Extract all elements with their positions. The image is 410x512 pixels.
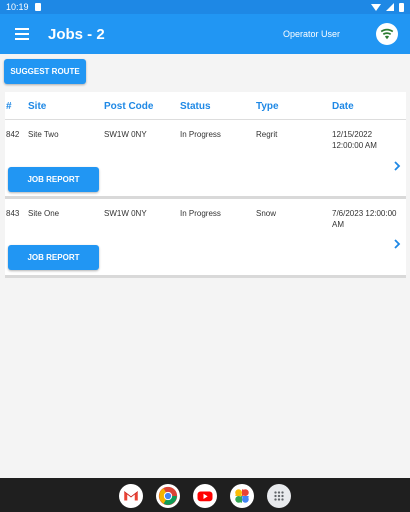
- job-report-button[interactable]: JOB REPORT: [8, 167, 99, 192]
- column-header-post-code[interactable]: Post Code: [104, 101, 153, 112]
- page-title: Jobs - 2: [48, 25, 105, 43]
- job-date-line1: 12/15/2022: [332, 130, 373, 139]
- column-header-status[interactable]: Status: [180, 101, 211, 112]
- job-id: 843: [6, 209, 20, 218]
- table-row[interactable]: 843 Site One SW1W 0NY In Progress Snow 7…: [5, 199, 406, 278]
- gmail-icon[interactable]: [119, 484, 143, 508]
- job-type: Regrit: [256, 130, 278, 139]
- main-content: SUGGEST ROUTE # Site Post Code Status Ty…: [0, 54, 410, 478]
- photos-icon[interactable]: [230, 484, 254, 508]
- chevron-right-icon[interactable]: [392, 236, 402, 249]
- app-drawer-icon[interactable]: [267, 484, 291, 508]
- app-dock: [0, 478, 410, 512]
- jobs-table: # Site Post Code Status Type Date 842 Si…: [5, 92, 406, 278]
- job-date-line2: AM: [332, 220, 344, 229]
- job-id: 842: [6, 130, 20, 139]
- suggest-route-button[interactable]: SUGGEST ROUTE: [4, 59, 86, 84]
- table-row[interactable]: 842 Site Two SW1W 0NY In Progress Regrit…: [5, 120, 406, 199]
- chrome-icon[interactable]: [156, 484, 180, 508]
- column-header-date[interactable]: Date: [332, 101, 354, 112]
- sd-card-icon: [34, 3, 41, 11]
- job-site: Site Two: [28, 130, 59, 139]
- wifi-status-icon: [371, 3, 381, 11]
- system-status-bar: 10:19: [0, 0, 410, 14]
- column-header-type[interactable]: Type: [256, 101, 279, 112]
- status-time: 10:19: [6, 2, 29, 12]
- job-date: 7/6/2023 12:00:00 AM: [332, 208, 404, 230]
- column-header-number[interactable]: #: [6, 101, 12, 112]
- job-post-code: SW1W 0NY: [104, 209, 147, 218]
- status-icons: [371, 2, 404, 12]
- menu-icon[interactable]: [0, 14, 44, 54]
- job-date: 12/15/2022 12:00:00 AM: [332, 129, 404, 151]
- job-date-line1: 7/6/2023 12:00:00: [332, 209, 397, 218]
- table-header: # Site Post Code Status Type Date: [5, 92, 406, 120]
- job-report-button[interactable]: JOB REPORT: [8, 245, 99, 270]
- user-name: Operator User: [283, 29, 341, 39]
- column-header-site[interactable]: Site: [28, 101, 46, 112]
- job-date-line2: 12:00:00 AM: [332, 141, 377, 150]
- job-status: In Progress: [180, 209, 221, 218]
- job-status: In Progress: [180, 130, 221, 139]
- job-type: Snow: [256, 209, 277, 218]
- job-post-code: SW1W 0NY: [104, 130, 147, 139]
- youtube-icon[interactable]: [193, 484, 217, 508]
- chevron-right-icon[interactable]: [392, 158, 402, 171]
- app-bar: Jobs - 2 Operator User: [0, 14, 410, 54]
- job-site: Site One: [28, 209, 60, 218]
- connection-wifi-icon[interactable]: [376, 23, 398, 45]
- battery-icon: [399, 2, 404, 12]
- signal-icon: [386, 3, 394, 11]
